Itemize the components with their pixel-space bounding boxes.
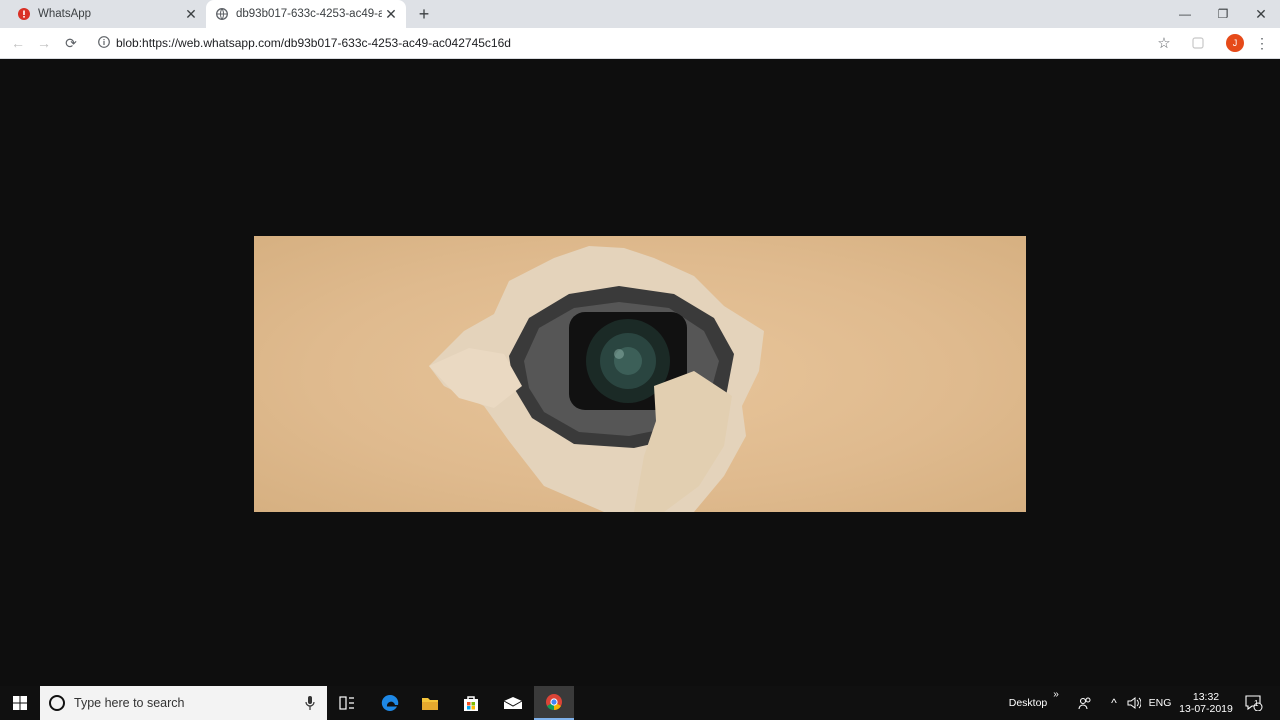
new-tab-button[interactable]: +: [414, 4, 434, 24]
extension-icon[interactable]: [1186, 32, 1210, 54]
tab-whatsapp[interactable]: WhatsApp ✕: [8, 0, 206, 28]
language-indicator[interactable]: ENG: [1146, 686, 1174, 720]
chevron-up-icon[interactable]: ^: [1106, 686, 1122, 720]
close-window-button[interactable]: ✕: [1242, 0, 1280, 28]
url-text: blob:https://web.whatsapp.com/db93b017-6…: [116, 36, 511, 50]
file-explorer-icon[interactable]: [416, 686, 444, 720]
close-tab-icon[interactable]: ✕: [182, 5, 200, 23]
people-icon[interactable]: [1074, 686, 1096, 720]
minimize-button[interactable]: —: [1166, 0, 1204, 28]
clock[interactable]: 13:32 13-07-2019: [1178, 686, 1234, 720]
camera-lens-image: [254, 236, 1026, 512]
tab-blob[interactable]: db93b017-633c-4253-ac49-ac04 ✕: [206, 0, 406, 28]
globe-icon: [216, 8, 228, 20]
search-placeholder: Type here to search: [74, 696, 185, 710]
address-bar[interactable]: blob:https://web.whatsapp.com/db93b017-6…: [92, 31, 1178, 55]
browser-toolbar: ← → ⟳ blob:https://web.whatsapp.com/db93…: [0, 28, 1280, 59]
chrome-taskbar-button[interactable]: [534, 686, 574, 720]
reload-button[interactable]: ⟳: [59, 32, 83, 54]
store-icon[interactable]: [457, 686, 485, 720]
forward-button[interactable]: →: [32, 32, 56, 54]
close-tab-icon[interactable]: ✕: [382, 5, 400, 23]
windows-start-icon[interactable]: [0, 686, 40, 720]
taskbar: Type here to search Desktop » ^ ENG 13:3…: [0, 686, 1280, 720]
cortana-icon: [49, 695, 65, 711]
star-icon[interactable]: ☆: [1152, 32, 1176, 54]
tab-title: WhatsApp: [38, 8, 92, 20]
clock-date: 13-07-2019: [1179, 703, 1233, 715]
clock-time: 13:32: [1192, 691, 1220, 703]
profile-avatar[interactable]: J: [1226, 34, 1244, 52]
task-view-icon[interactable]: [334, 686, 360, 720]
chrome-icon: [546, 694, 562, 711]
edge-icon[interactable]: [376, 686, 404, 720]
chevron-right-icon[interactable]: »: [1050, 686, 1062, 702]
back-button[interactable]: ←: [6, 32, 30, 54]
tab-title: db93b017-633c-4253-ac49-ac04: [236, 8, 382, 20]
microphone-icon[interactable]: [305, 696, 315, 710]
desktop-toolbar-label[interactable]: Desktop: [1004, 686, 1052, 720]
tab-strip: WhatsApp ✕ db93b017-633c-4253-ac49-ac04 …: [0, 0, 1280, 28]
notification-count: 1: [1254, 699, 1259, 708]
whatsapp-alert-icon: [18, 8, 30, 20]
volume-icon[interactable]: [1124, 686, 1144, 720]
restore-button[interactable]: ❐: [1204, 0, 1242, 28]
taskbar-search[interactable]: Type here to search: [40, 686, 327, 720]
notification-center-icon[interactable]: 1: [1240, 686, 1268, 720]
menu-icon[interactable]: ⋮: [1250, 32, 1274, 54]
info-icon[interactable]: [98, 36, 110, 48]
mail-icon[interactable]: [498, 686, 528, 720]
